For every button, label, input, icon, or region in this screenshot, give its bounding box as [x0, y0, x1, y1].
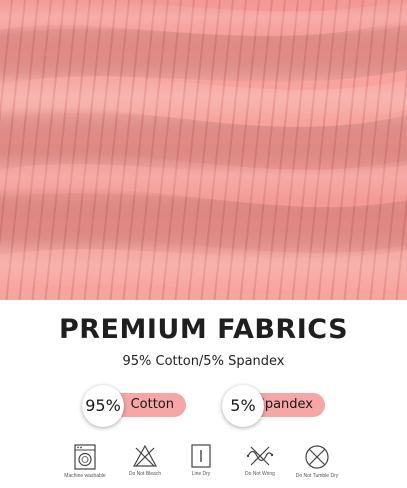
do-not-bleach-icon: [132, 444, 158, 467]
care-item-do-not-tumble-dry: Do Not Tumble Dry: [282, 444, 352, 479]
fabric-composition-subtitle: 95% Cotton/5% Spandex: [122, 354, 285, 369]
spandex-label: Spandex: [256, 397, 313, 412]
machine-washable-icon: [74, 444, 96, 470]
cotton-label: Cotton: [130, 397, 174, 412]
section-title: PREMIUM FABRICS: [58, 314, 349, 345]
fabric-closeup-photo: [0, 0, 407, 300]
care-label-do-not-tumble-dry: Do Not Tumble Dry: [295, 473, 339, 479]
do-not-wring-icon: [246, 446, 274, 466]
spandex-percent-badge: 5%: [222, 385, 264, 427]
do-not-tumble-dry-icon: [305, 445, 329, 469]
cotton-percent-badge: 95%: [82, 385, 124, 427]
line-dry-icon: [191, 444, 211, 468]
